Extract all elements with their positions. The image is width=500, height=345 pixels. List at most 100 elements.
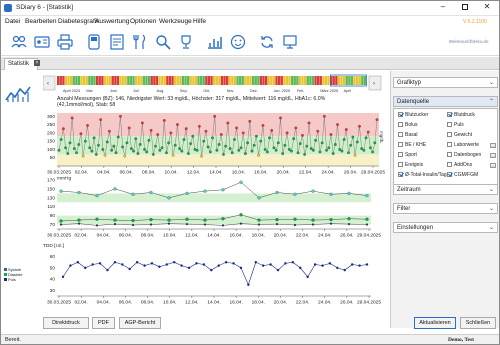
settings-section[interactable]: Einstellungen ⌄: [393, 222, 498, 233]
bp-y-tick-label: 130: [47, 195, 55, 201]
checkbox-blutzucker[interactable]: Blutzucker: [398, 112, 428, 118]
report-icon[interactable]: [108, 33, 126, 51]
glucose-y-tick-label: 300: [47, 114, 55, 120]
insulin-x-tick-label: 06.04.: [119, 300, 132, 306]
minimize-button[interactable]: –: [434, 3, 452, 13]
glucose-point: [132, 149, 135, 153]
checkbox-box[interactable]: [447, 142, 452, 147]
chart-icon[interactable]: [206, 33, 224, 51]
menu-bearbeiten[interactable]: Bearbeiten: [25, 18, 56, 25]
checkbox-puls[interactable]: Puls: [447, 122, 464, 128]
timeline-day-cell: [137, 76, 140, 85]
people-icon[interactable]: [10, 33, 28, 51]
checkbox-addons[interactable]: AddOns: [447, 162, 472, 168]
checkbox-gewicht[interactable]: Gewicht: [447, 132, 472, 138]
timeline-strip[interactable]: ‹ › April 2024 Mai Juni Juli Aug. Sep. Okt. Nov. D…: [43, 73, 385, 95]
graph-type-section[interactable]: Grafiktyp ⌄: [393, 77, 498, 88]
food-icon[interactable]: [131, 33, 149, 51]
menu-auswertung[interactable]: Auswertung: [95, 18, 129, 25]
checkbox--total-insulin-tag[interactable]: Ø-Total-Insulin/Tag: [398, 172, 447, 178]
maximize-button[interactable]: [456, 3, 474, 13]
refresh-button[interactable]: Aktualisieren: [414, 317, 456, 329]
glucose-point: [333, 143, 337, 146]
menu-datei[interactable]: Datei: [5, 18, 20, 25]
checkbox-box[interactable]: [398, 112, 403, 117]
checkbox-box[interactable]: [447, 162, 452, 167]
checkbox-be-khe[interactable]: BE / KHE: [398, 142, 426, 148]
checkbox-box[interactable]: [447, 152, 452, 157]
device-icon[interactable]: [281, 33, 299, 51]
insulin-point: [187, 266, 191, 270]
bp-point: [311, 223, 315, 226]
id-card-icon[interactable]: [33, 33, 51, 51]
direct-print-button[interactable]: Direktdruck: [43, 317, 89, 329]
pdf-label: PDF: [98, 320, 109, 326]
checkbox-laborwerte[interactable]: Laborwerte: [447, 142, 479, 148]
checkbox-box[interactable]: [447, 122, 452, 127]
bp-y-tick-label: 70: [50, 222, 56, 228]
glucose-point: [261, 124, 265, 127]
glucose-meter-icon[interactable]: [85, 33, 103, 51]
glucose-y-tick-label: 200: [47, 130, 55, 136]
checkbox-box[interactable]: [398, 172, 403, 177]
menu-hilfe[interactable]: Hilfe: [193, 18, 206, 25]
menu-diabetesgrafik[interactable]: Diabetesgrafik: [58, 18, 100, 25]
more-options-button[interactable]: ...: [490, 163, 496, 168]
pdf-button[interactable]: PDF: [92, 317, 115, 329]
checkbox-box[interactable]: [398, 162, 403, 167]
checkbox-bolus[interactable]: Bolus: [398, 122, 418, 128]
sync-icon[interactable]: [258, 33, 276, 51]
insulin-x-tick-label: 08.04.: [141, 300, 154, 306]
checkbox-box[interactable]: [398, 152, 403, 157]
timeline-month-label: Mai: [86, 89, 92, 93]
bp-y-tick-label: 110: [47, 204, 55, 210]
checkbox-blutdruck[interactable]: Blutdruck: [447, 112, 475, 118]
glucose-point: [250, 149, 254, 153]
checkbox-label: Datenbogen: [454, 152, 482, 158]
checkbox-box[interactable]: [447, 112, 452, 117]
data-source-section[interactable]: Datenquelle ⌃: [393, 96, 498, 107]
glucose-point: [322, 114, 326, 118]
time-range-section[interactable]: Zeitraum ⌄: [393, 184, 498, 195]
printer-icon[interactable]: [56, 33, 74, 51]
checkbox-ereignis[interactable]: Ereignis: [398, 162, 423, 168]
tab-statistik[interactable]: Statistik: [4, 58, 38, 70]
menu-werkzeuge[interactable]: Werkzeuge: [159, 18, 192, 25]
more-options-button[interactable]: ...: [490, 153, 496, 158]
tab-close-icon[interactable]: ×: [34, 60, 40, 66]
agp-report-button[interactable]: AGP-Bericht: [119, 317, 161, 329]
checkbox-label: Ereignis: [405, 162, 424, 168]
glucose-x-tick-label: 30.03.2025: [47, 170, 71, 176]
filter-section[interactable]: Filter ⌄: [393, 203, 498, 214]
glucose-point: [351, 135, 355, 139]
checkbox-basal[interactable]: Basal: [398, 132, 418, 138]
timeline-day-cell: [181, 76, 185, 85]
timeline-day-cell: [179, 76, 182, 85]
checkbox-sport[interactable]: Sport: [398, 152, 417, 158]
smiley-icon[interactable]: [229, 33, 247, 51]
timeline-day-cell: [163, 76, 166, 85]
checkbox-label: Laborwerte: [454, 142, 480, 148]
glucose-point: [316, 129, 320, 133]
checkbox-box[interactable]: [398, 122, 403, 127]
checkbox-box[interactable]: [398, 142, 403, 147]
timeline-day-cell: [80, 76, 83, 85]
bp-point: [77, 190, 81, 195]
checkbox-cgm-fgm[interactable]: CGM/FGM: [447, 172, 478, 178]
checkbox-box[interactable]: [447, 132, 452, 137]
checkbox-box[interactable]: [398, 132, 403, 137]
close-button[interactable]: Schließen: [460, 317, 496, 329]
timeline-day-cell: [142, 76, 146, 85]
close-window-button[interactable]: ✕: [478, 2, 496, 13]
timeline-day-cell: [72, 76, 75, 85]
timeline-day-cell: [306, 76, 309, 85]
search-icon[interactable]: [154, 33, 172, 51]
more-options-button[interactable]: ...: [490, 143, 496, 148]
bp-y-tick-label: 90: [50, 213, 56, 219]
trophy-icon[interactable]: [177, 33, 195, 51]
checkbox-box[interactable]: [447, 172, 452, 177]
checkbox-datenbogen[interactable]: Datenbogen: [447, 152, 481, 158]
filter-label: Filter: [397, 206, 411, 212]
menu-optionen[interactable]: Optionen: [130, 18, 156, 25]
refresh-label: Aktualisieren: [419, 320, 451, 326]
